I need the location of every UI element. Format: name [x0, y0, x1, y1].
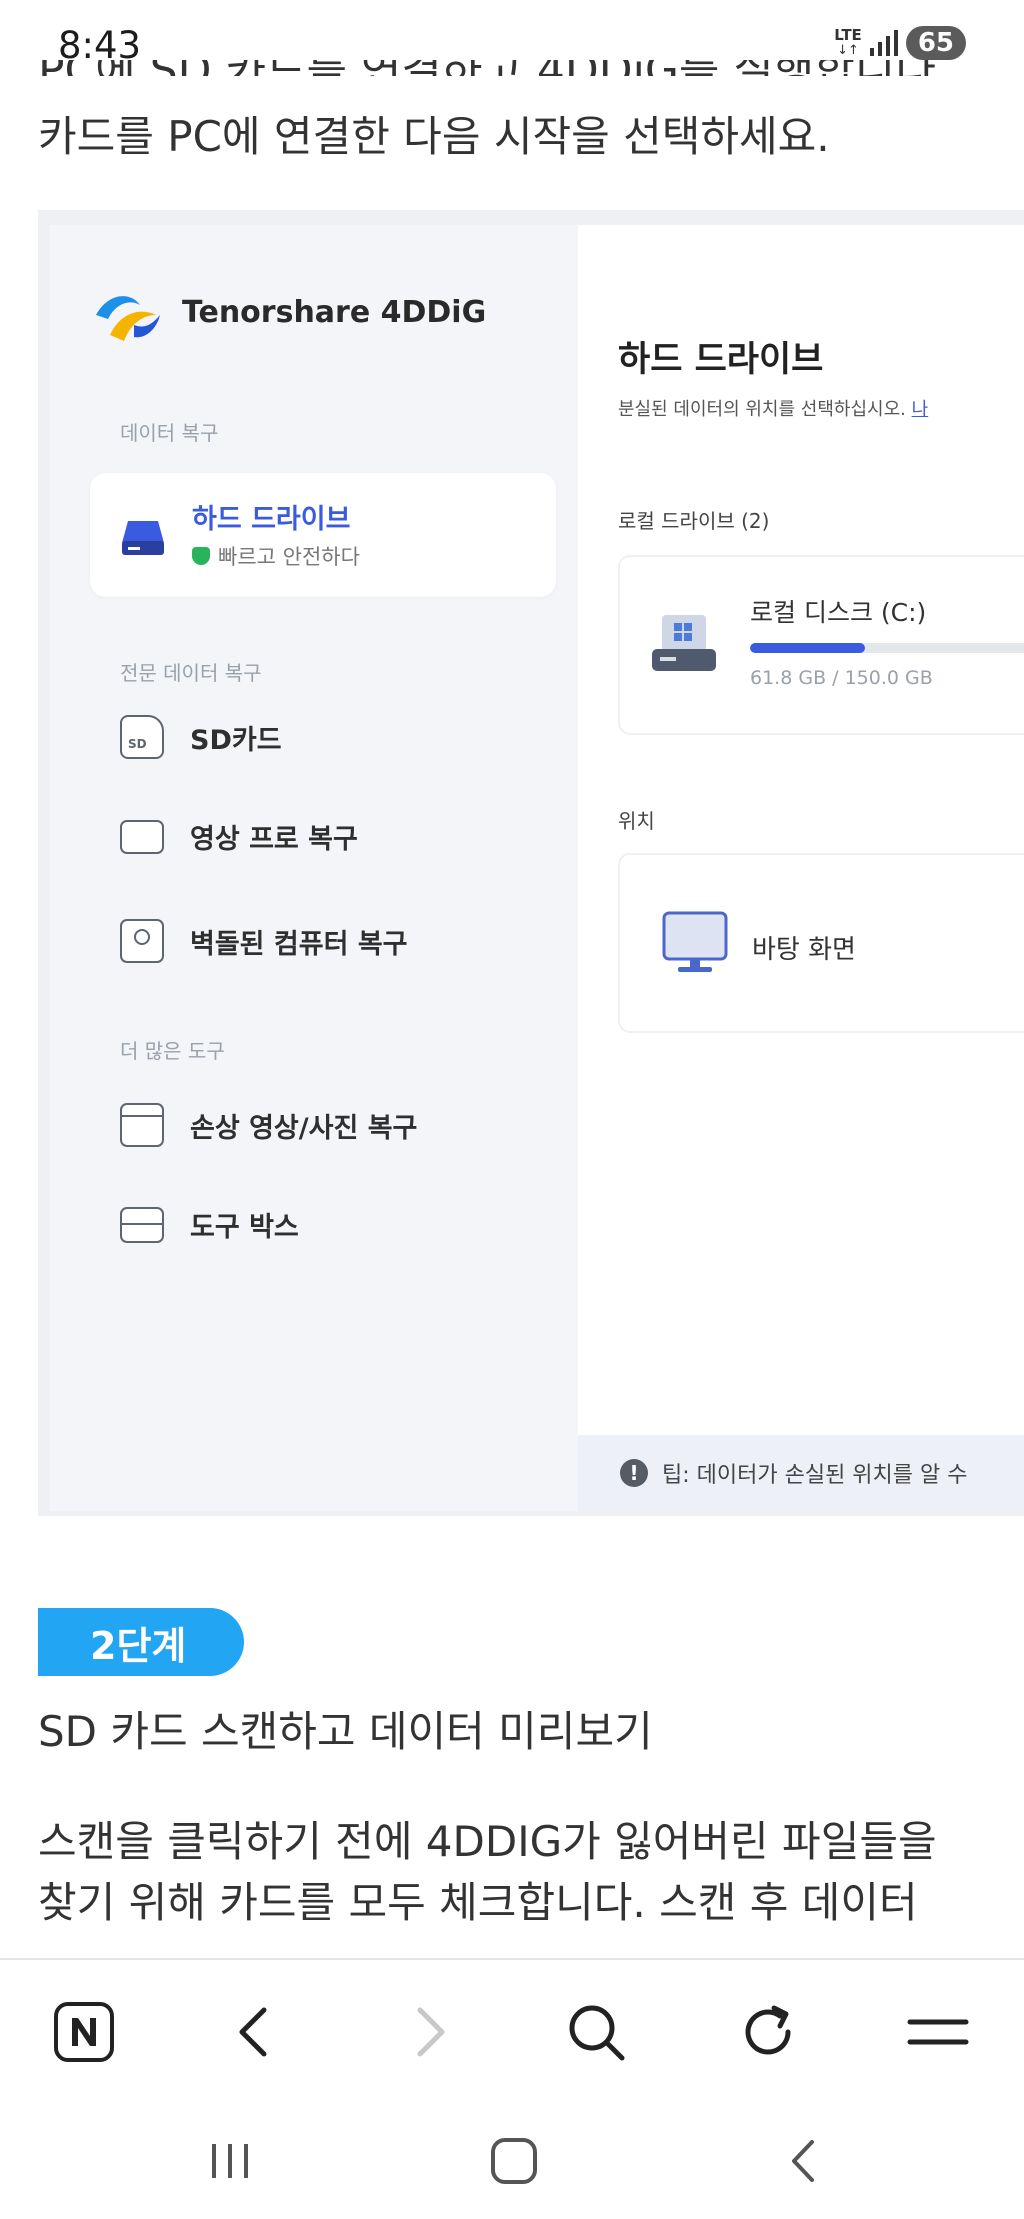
main-title: 하드 드라이브 — [618, 340, 824, 380]
sidebar-item-video-recovery[interactable]: 영상 프로 복구 — [120, 817, 358, 856]
video-camera-icon — [120, 819, 164, 854]
sd-card-icon: SD — [120, 715, 164, 759]
local-drives-label: 로컬 드라이브 (2) — [618, 509, 770, 533]
app-main-panel: 하드 드라이브 분실된 데이터의 위치를 선택하십시오. 나 로컬 드라이브 (… — [578, 225, 1024, 1511]
back-icon[interactable] — [224, 2000, 288, 2064]
step-badge: 2단계 — [38, 1608, 244, 1676]
system-nav-bar — [0, 2096, 1024, 2219]
sidebar-item-label: 벽돌된 컴퓨터 복구 — [190, 928, 408, 960]
step-body: 스캔을 클릭하기 전에 4DDIG가 잃어버린 파일들을 찾기 위해 카드를 모… — [38, 1817, 937, 1927]
shield-icon — [192, 547, 210, 565]
menu-icon[interactable] — [906, 2000, 970, 2064]
safe-status: 빠르고 안전하다 — [192, 541, 360, 571]
app-brand: Tenorshare 4DDiG — [182, 295, 487, 330]
system-back-icon[interactable] — [774, 2136, 834, 2186]
location-label: 위치 — [618, 809, 655, 833]
sidebar-item-hard-drive[interactable]: 하드 드라이브 빠르고 안전하다 — [90, 473, 556, 597]
app-sidebar: Tenorshare 4DDiG 데이터 복구 하드 드라이브 빠르고 안전하다… — [50, 225, 578, 1511]
app-window: Tenorshare 4DDiG 데이터 복구 하드 드라이브 빠르고 안전하다… — [50, 225, 1024, 1511]
section-label-data-recovery: 데이터 복구 — [120, 421, 219, 445]
forward-icon[interactable] — [396, 2000, 460, 2064]
clipped-text-line: PC에 SD 카드를 연결하고 4DDiG를 실행합니다 — [38, 60, 938, 76]
step-title: SD 카드 스캔하고 데이터 미리보기 — [38, 1707, 653, 1756]
photo-repair-icon — [120, 1103, 164, 1147]
sidebar-item-bricked-pc[interactable]: 벽돌된 컴퓨터 복구 — [120, 919, 408, 963]
tip-text: 팁: 데이터가 손실된 위치를 알 수 — [662, 1463, 968, 1488]
home-icon[interactable] — [484, 2136, 544, 2186]
search-icon[interactable] — [564, 2000, 628, 2064]
section-label-pro-recovery: 전문 데이터 복구 — [120, 661, 262, 685]
desktop-monitor-icon — [662, 911, 728, 972]
info-icon: ! — [620, 1459, 648, 1487]
sidebar-item-label: 하드 드라이브 — [192, 504, 351, 535]
sidebar-item-label: SD카드 — [190, 724, 282, 756]
refresh-icon[interactable] — [736, 2000, 800, 2064]
app-logo-icon — [96, 296, 160, 341]
intro-paragraph: 카드를 PC에 연결한 다음 시작을 선택하세요. — [38, 112, 830, 161]
tip-bar: ! 팁: 데이터가 손실된 위치를 알 수 — [578, 1435, 1024, 1511]
browser-toolbar — [0, 1958, 1024, 2098]
drive-name: 로컬 디스크 (C:) — [750, 598, 927, 627]
disk-drive-icon — [652, 615, 716, 671]
drive-card-c[interactable]: 로컬 디스크 (C:) 61.8 GB / 150.0 GB N — [618, 555, 1024, 735]
hard-drive-icon — [122, 521, 164, 555]
section-label-more-tools: 더 많은 도구 — [120, 1039, 225, 1063]
drive-usage-fill — [750, 643, 865, 653]
app-screenshot: Tenorshare 4DDiG 데이터 복구 하드 드라이브 빠르고 안전하다… — [38, 210, 1024, 1516]
toolbox-icon — [120, 1206, 164, 1243]
battery-indicator: 65 — [905, 26, 966, 60]
sidebar-item-label: 손상 영상/사진 복구 — [190, 1112, 418, 1144]
sidebar-item-label: 영상 프로 복구 — [190, 824, 358, 855]
sidebar-item-toolbox[interactable]: 도구 박스 — [120, 1205, 299, 1244]
main-subtitle: 분실된 데이터의 위치를 선택하십시오. 나 — [618, 399, 929, 420]
location-card-desktop[interactable]: 바탕 화면 — [618, 853, 1024, 1033]
sidebar-item-label: 도구 박스 — [190, 1212, 299, 1243]
signal-icon — [869, 30, 898, 56]
recent-apps-icon[interactable] — [200, 2136, 260, 2186]
naver-home-icon[interactable] — [52, 2000, 116, 2064]
sidebar-item-sd-card[interactable]: SD SD카드 — [120, 715, 282, 759]
sidebar-item-repair-media[interactable]: 손상 영상/사진 복구 — [120, 1103, 417, 1147]
help-link[interactable]: 나 — [912, 399, 929, 420]
status-bar: 8:43 LTE ↓↑ 65 — [0, 0, 1024, 90]
lte-icon: LTE ↓↑ — [834, 26, 862, 59]
location-name: 바탕 화면 — [752, 935, 856, 965]
drive-usage-bar — [750, 643, 1024, 653]
computer-icon — [120, 919, 164, 963]
drive-size: 61.8 GB / 150.0 GB — [750, 667, 933, 689]
status-icons: LTE ↓↑ 65 — [834, 26, 966, 60]
